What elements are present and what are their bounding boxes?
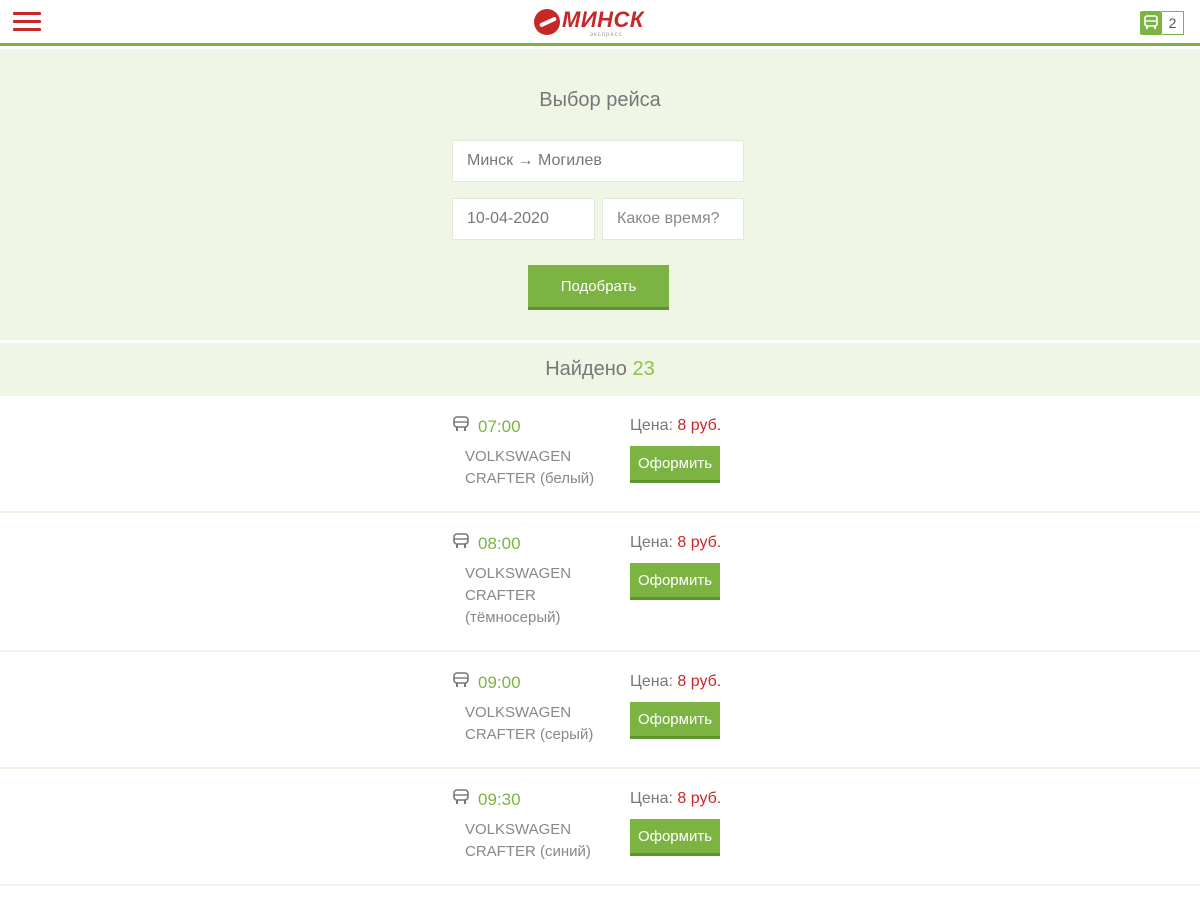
price-label: Цена:: [630, 790, 673, 807]
found-count: 23: [632, 358, 655, 380]
logo-subtitle: экспресс: [590, 32, 623, 38]
found-label: Найдено: [545, 358, 627, 380]
vehicle-name: VOLKSWAGEN CRAFTER (тёмносерый): [465, 565, 572, 626]
search-title: Выбор рейса: [539, 89, 661, 111]
vehicle-name: VOLKSWAGEN CRAFTER (белый): [465, 448, 595, 487]
trip-row: 09:00 VOLKSWAGEN CRAFTER (серый) Цена: 8…: [0, 652, 1200, 769]
logo-emblem: [534, 9, 560, 35]
cart-count-badge: 2: [1162, 11, 1184, 35]
bus-icon: [452, 789, 470, 805]
departure-time: 09:30: [478, 790, 521, 809]
menu-icon[interactable]: [13, 11, 43, 33]
departure-time: 09:00: [478, 673, 521, 692]
departure-time: 08:00: [478, 534, 521, 553]
price-label: Цена:: [630, 534, 673, 551]
price-value: 8 руб.: [677, 534, 722, 551]
bus-icon: [452, 672, 470, 688]
top-bar: МИНСК экспресс 2: [0, 0, 1200, 46]
logo-text: МИНСК: [562, 7, 644, 32]
cart-button[interactable]: 2: [1140, 11, 1184, 35]
search-submit-button[interactable]: Подобрать: [528, 265, 669, 310]
trip-row: 08:00 VOLKSWAGEN CRAFTER (тёмносерый) Це…: [0, 513, 1200, 652]
price: Цена: 8 руб.: [630, 534, 721, 552]
price-value: 8 руб.: [677, 417, 722, 434]
logo[interactable]: МИНСК экспресс: [532, 6, 652, 40]
trip-row: 09:30 VOLKSWAGEN CRAFTER (синий) Цена: 8…: [0, 769, 1200, 886]
date-field[interactable]: [452, 198, 595, 240]
price: Цена: 8 руб.: [630, 790, 721, 808]
bus-icon: [452, 533, 470, 549]
route-field[interactable]: [452, 140, 744, 182]
price-value: 8 руб.: [677, 790, 722, 807]
vehicle-name: VOLKSWAGEN CRAFTER (синий): [465, 821, 591, 860]
bus-cart-icon: [1140, 11, 1162, 35]
price-value: 8 руб.: [677, 673, 722, 690]
trip-row: 07:00 VOLKSWAGEN CRAFTER (белый) Цена: 8…: [0, 396, 1200, 513]
price-label: Цена:: [630, 417, 673, 434]
order-button[interactable]: Оформить: [630, 563, 720, 600]
time-field[interactable]: [602, 198, 744, 240]
results-count-bar: Найдено 23: [0, 343, 1200, 396]
order-button[interactable]: Оформить: [630, 446, 720, 483]
vehicle-name: VOLKSWAGEN CRAFTER (серый): [465, 704, 594, 743]
order-button[interactable]: Оформить: [630, 819, 720, 856]
price: Цена: 8 руб.: [630, 673, 721, 691]
search-panel: Выбор рейса Подобрать: [0, 49, 1200, 340]
departure-time: 07:00: [478, 417, 521, 436]
order-button[interactable]: Оформить: [630, 702, 720, 739]
price: Цена: 8 руб.: [630, 417, 721, 435]
price-label: Цена:: [630, 673, 673, 690]
bus-icon: [452, 416, 470, 432]
